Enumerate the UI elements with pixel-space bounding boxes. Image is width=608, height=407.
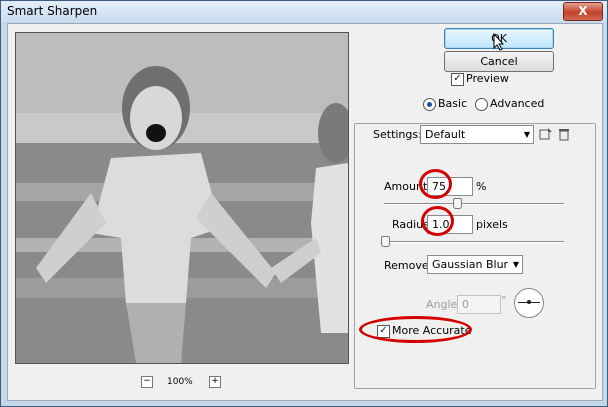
zoom-in-button[interactable]: +	[209, 376, 221, 388]
trash-icon[interactable]	[557, 127, 571, 141]
preview-photo	[16, 33, 348, 363]
radius-unit: pixels	[476, 218, 508, 231]
settings-dropdown[interactable]: Default ▼	[420, 125, 534, 144]
advanced-label: Advanced	[490, 97, 545, 110]
radius-annotation-circle	[421, 206, 454, 236]
advanced-radio[interactable]	[475, 98, 488, 111]
zoom-level: 100%	[167, 377, 193, 387]
amount-annotation-circle	[419, 169, 452, 199]
angle-unit: °	[501, 294, 507, 307]
remove-value: Gaussian Blur	[432, 258, 509, 271]
chevron-down-icon: ▼	[523, 130, 530, 139]
smart-sharpen-dialog: Smart Sharpen X − 100% + OK Cancel ✓ Pre…	[0, 0, 608, 407]
dialog-title: Smart Sharpen	[7, 4, 98, 18]
chevron-down-icon: ▼	[512, 260, 519, 269]
amount-slider-track	[384, 203, 564, 205]
radius-slider-track	[384, 241, 564, 243]
cancel-button[interactable]: Cancel	[444, 51, 554, 72]
mouse-cursor-icon	[493, 33, 505, 51]
more-accurate-annotation-circle	[359, 316, 472, 343]
basic-radio[interactable]	[423, 98, 436, 111]
basic-label: Basic	[438, 97, 468, 110]
zoom-out-button[interactable]: −	[141, 376, 153, 388]
save-settings-icon[interactable]	[539, 127, 553, 141]
amount-slider-thumb[interactable]	[453, 198, 462, 209]
preview-image[interactable]	[15, 32, 349, 364]
settings-label: Settings:	[373, 128, 422, 141]
radius-slider-thumb[interactable]	[381, 236, 390, 247]
remove-label: Remove:	[384, 259, 433, 272]
preview-label: Preview	[466, 72, 509, 85]
dialog-body: − 100% + OK Cancel ✓ Preview Basic Advan…	[7, 23, 603, 401]
settings-value: Default	[425, 128, 466, 141]
angle-input[interactable]: 0	[457, 295, 501, 314]
preview-checkbox[interactable]: ✓	[451, 73, 464, 86]
remove-dropdown[interactable]: Gaussian Blur ▼	[427, 255, 523, 274]
angle-dial[interactable]	[514, 288, 544, 318]
angle-label: Angle:	[426, 298, 462, 311]
amount-unit: %	[476, 180, 487, 193]
title-bar[interactable]: Smart Sharpen X	[1, 1, 607, 23]
close-button[interactable]: X	[563, 2, 603, 21]
